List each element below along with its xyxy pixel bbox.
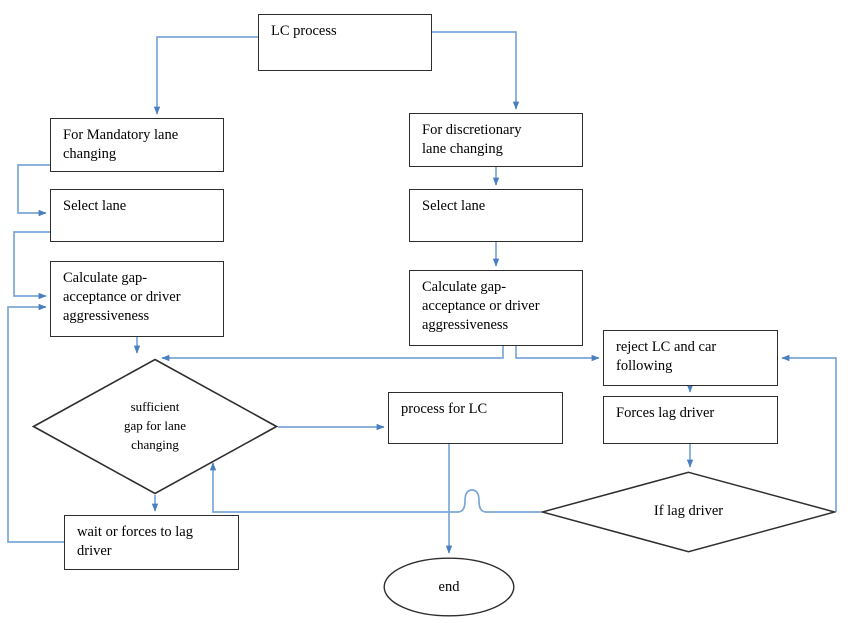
node-calculate-gap-discretionary[interactable]: Calculate gap- acceptance or driver aggr… [409, 270, 583, 346]
node-sufficient-gap-decision-label: sufficient gap for lane changing [123, 399, 187, 452]
node-calculate-gap-mandatory-label: Calculate gap- acceptance or driver aggr… [63, 270, 181, 325]
node-if-lag-driver-decision[interactable]: If lag driver [541, 471, 836, 553]
node-mandatory-lane-changing-label: For Mandatory lane changing [63, 127, 179, 163]
node-if-lag-driver-decision-label: If lag driver [653, 503, 724, 520]
node-process-for-lc-label: process for LC [401, 401, 488, 417]
node-reject-lc-car-following[interactable]: reject LC and car following [603, 330, 778, 386]
node-mandatory-lane-changing[interactable]: For Mandatory lane changing [50, 118, 224, 172]
node-process-for-lc[interactable]: process for LC [388, 392, 563, 444]
node-select-lane-discretionary-label: Select lane [422, 198, 486, 214]
flowchart-canvas: LC process For Mandatory lane changing F… [0, 0, 850, 623]
node-sufficient-gap-decision[interactable]: sufficient gap for lane changing [32, 358, 278, 495]
node-forces-lag-driver[interactable]: Forces lag driver [603, 396, 778, 444]
edge-lc-to-discretionary [432, 31, 520, 110]
node-wait-or-forces-lag-driver[interactable]: wait or forces to lag driver [64, 515, 239, 570]
node-reject-lc-car-following-label: reject LC and car following [616, 339, 717, 375]
node-discretionary-lane-changing[interactable]: For discretionary lane changing [409, 113, 583, 167]
node-select-lane-mandatory[interactable]: Select lane [50, 189, 224, 242]
node-lc-process-label: LC process [271, 23, 337, 39]
node-end[interactable]: end [383, 557, 515, 617]
edge-select-to-calc-mandatory [13, 231, 50, 300]
edge-mandatory-to-select [17, 164, 50, 217]
node-lc-process[interactable]: LC process [258, 14, 432, 71]
edge-calc-discretionary-to-reject [515, 346, 600, 362]
node-select-lane-mandatory-label: Select lane [63, 198, 127, 214]
node-wait-or-forces-lag-driver-label: wait or forces to lag driver [77, 524, 193, 560]
edge-calc-discretionary-to-decision [161, 346, 504, 362]
node-calculate-gap-discretionary-label: Calculate gap- acceptance or driver aggr… [422, 279, 540, 334]
node-select-lane-discretionary[interactable]: Select lane [409, 189, 583, 242]
node-forces-lag-driver-label: Forces lag driver [616, 405, 715, 421]
edge-lc-to-mandatory [153, 36, 258, 115]
node-calculate-gap-mandatory[interactable]: Calculate gap- acceptance or driver aggr… [50, 261, 224, 337]
node-discretionary-lane-changing-label: For discretionary lane changing [422, 122, 522, 158]
node-end-label: end [438, 578, 460, 595]
